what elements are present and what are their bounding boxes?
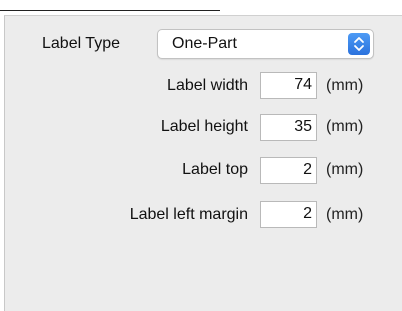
label-left-margin-unit: (mm) — [326, 206, 364, 223]
label-left-margin-label: Label left margin — [129, 206, 248, 223]
label-height-field[interactable]: 35 — [260, 114, 317, 141]
chevron-up-down-icon — [348, 33, 370, 55]
label-width-unit: (mm) — [326, 77, 364, 94]
label-settings-window: Label Type One-Part Label width 74 (mm) … — [0, 0, 402, 311]
label-top-label: Label top — [182, 161, 248, 178]
label-type-label: Label Type — [42, 35, 120, 52]
label-height-unit: (mm) — [326, 118, 364, 135]
label-left-margin-field[interactable]: 2 — [260, 201, 317, 228]
label-top-unit: (mm) — [326, 161, 364, 178]
label-height-label: Label height — [160, 118, 248, 135]
label-width-field[interactable]: 74 — [260, 72, 317, 99]
label-type-selected-value: One-Part — [172, 35, 237, 52]
label-width-label: Label width — [167, 77, 248, 94]
label-type-select[interactable]: One-Part — [157, 29, 374, 59]
top-divider — [0, 0, 220, 11]
label-top-field[interactable]: 2 — [260, 157, 317, 184]
